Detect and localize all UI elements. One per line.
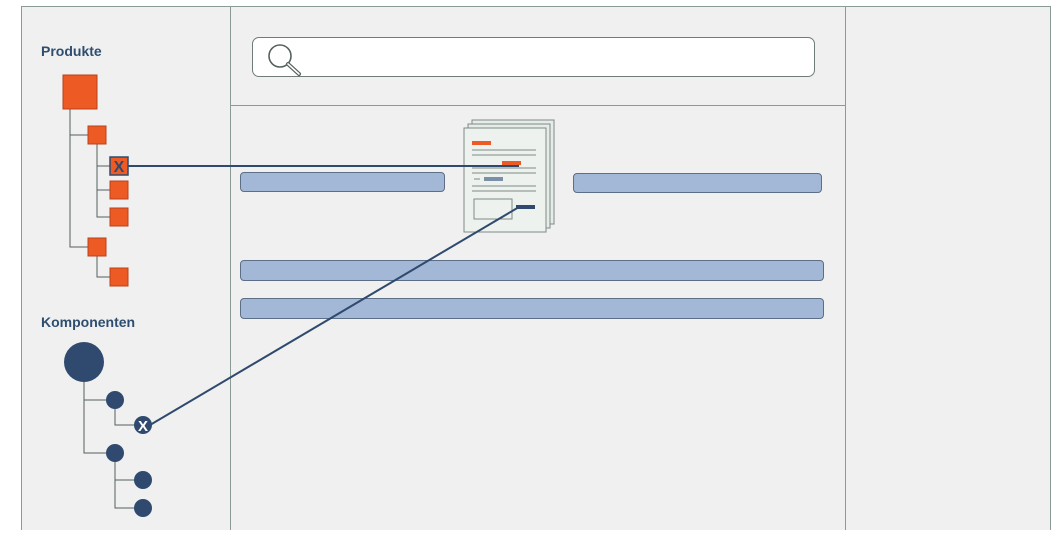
component-node-root[interactable] xyxy=(64,342,104,382)
product-node-1-2[interactable] xyxy=(109,180,129,200)
tree-diagram: X X xyxy=(62,74,555,517)
product-node-2[interactable] xyxy=(87,237,107,257)
component-node-2[interactable] xyxy=(106,444,124,462)
product-node-root[interactable] xyxy=(62,74,98,110)
component-selected-marker: X xyxy=(138,418,148,435)
component-node-2-1[interactable] xyxy=(134,471,152,489)
component-node-1[interactable] xyxy=(106,391,124,409)
product-node-1[interactable] xyxy=(87,125,107,145)
product-node-2-1[interactable] xyxy=(109,267,129,287)
component-node-2-2[interactable] xyxy=(134,499,152,517)
product-selected-marker: X xyxy=(114,159,125,176)
component-link-line xyxy=(149,206,520,426)
product-node-1-3[interactable] xyxy=(109,207,129,227)
document-stack-icon xyxy=(463,119,555,233)
